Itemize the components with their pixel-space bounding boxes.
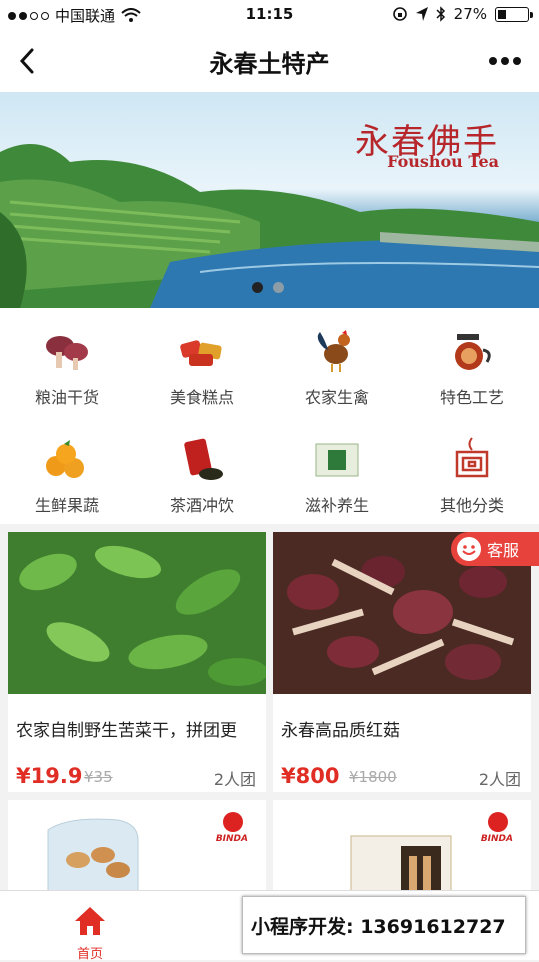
product-card[interactable]: BINDA <box>8 800 266 900</box>
battery-icon <box>495 6 533 22</box>
banner-brand-en: Foushou Tea <box>387 152 499 171</box>
product-original-price: ¥1800 <box>349 768 397 786</box>
group-size-badge: 2人团 <box>213 770 256 789</box>
more-icon[interactable] <box>487 54 523 68</box>
health-box-icon <box>315 443 359 477</box>
smile-icon <box>457 537 481 561</box>
category-label: 茶酒冲饮 <box>169 496 234 515</box>
customer-service-label: 客服 <box>487 541 520 560</box>
category-item-fresh-produce[interactable]: 生鲜果蔬 <box>0 416 134 524</box>
mushroom-icon <box>46 336 88 370</box>
brand-logo: BINDA <box>480 834 513 844</box>
orange-icon <box>46 440 84 478</box>
status-bar: 中国联通 11:15 27% <box>0 0 539 30</box>
product-price: ¥19.9 <box>16 764 83 788</box>
carousel-indicator <box>252 282 284 293</box>
tab-home[interactable]: 首页 <box>58 899 122 962</box>
brand-logo: BINDA <box>215 834 248 844</box>
category-label: 滋补养生 <box>304 496 369 515</box>
category-item-grain-oil[interactable]: 粮油干货 <box>0 308 134 416</box>
product-original-price: ¥35 <box>84 768 113 786</box>
category-label: 粮油干货 <box>34 388 99 407</box>
carousel-dot[interactable] <box>273 282 284 293</box>
category-item-tea-drinks[interactable]: 茶酒冲饮 <box>135 416 269 524</box>
category-item-snacks[interactable]: 美食糕点 <box>135 308 269 416</box>
banner-carousel[interactable]: 永春佛手 Foushou Tea <box>0 92 539 308</box>
home-icon <box>75 907 105 935</box>
product-name: 永春高品质红菇 <box>281 721 400 741</box>
product-price: ¥800 <box>281 764 340 788</box>
carousel-dot-active[interactable] <box>252 282 263 293</box>
product-card[interactable]: BINDA <box>273 800 531 900</box>
location-icon <box>415 7 428 21</box>
category-label: 其他分类 <box>439 496 504 515</box>
page-title: 永春土特产 <box>209 50 330 78</box>
snack-icon <box>180 340 222 366</box>
nav-bar: 永春土特产 <box>0 30 539 92</box>
product-card[interactable]: 永春高品质红菇 ¥800 ¥1800 2人团 <box>273 532 531 792</box>
battery-percent: 27% <box>453 5 487 23</box>
category-label: 农家生禽 <box>304 388 369 407</box>
customer-service-button[interactable]: 客服 <box>451 532 539 566</box>
category-label: 美食糕点 <box>169 388 234 407</box>
promo-contact-banner: 小程序开发: 13691612727 <box>242 896 526 954</box>
category-label: 生鲜果蔬 <box>34 496 99 515</box>
category-item-crafts[interactable]: 特色工艺 <box>405 308 539 416</box>
rooster-icon <box>317 330 350 372</box>
other-icon <box>455 437 489 478</box>
lock-rotation-icon <box>392 7 407 21</box>
tab-home-label: 首页 <box>76 947 103 962</box>
product-image-gift-box <box>273 800 531 900</box>
group-size-badge: 2人团 <box>478 770 521 789</box>
category-item-other[interactable]: 其他分类 <box>405 416 539 524</box>
category-item-health[interactable]: 滋补养生 <box>270 416 404 524</box>
product-card[interactable]: 农家自制野生苦菜干，拼团更 ¥19.9 ¥35 2人团 <box>8 532 266 792</box>
product-image-jar <box>8 800 266 900</box>
category-item-poultry[interactable]: 农家生禽 <box>270 308 404 416</box>
category-label: 特色工艺 <box>439 388 504 407</box>
product-name: 农家自制野生苦菜干，拼团更 <box>16 721 237 741</box>
teapot-icon <box>455 334 491 370</box>
category-grid: 粮油干货 美食糕点 农家生禽 特色工艺 生鲜果蔬 茶酒冲饮 滋补养生 其他分类 <box>0 308 539 524</box>
product-image-greens <box>8 532 266 694</box>
tea-bag-icon <box>184 438 223 480</box>
bluetooth-icon <box>436 6 445 22</box>
